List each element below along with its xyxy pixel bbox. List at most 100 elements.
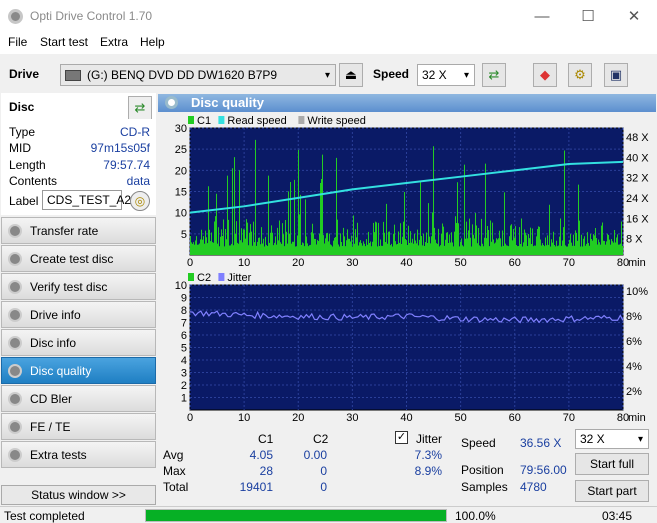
- sidebar-item-drive-info[interactable]: Drive info: [1, 301, 156, 328]
- x-tick-label: 20: [292, 412, 304, 424]
- sidebar-item-extra-tests[interactable]: Extra tests: [1, 441, 156, 468]
- samples-value: 4780: [520, 480, 547, 494]
- window-title: Opti Drive Control 1.70: [30, 9, 153, 23]
- speed-label: Speed: [373, 67, 410, 81]
- floppy-icon: ▣: [609, 67, 623, 82]
- y2-tick-label: 2%: [626, 386, 642, 398]
- legend-label: Write speed: [307, 115, 366, 127]
- test-icon: [8, 335, 22, 350]
- c1-total: 19401: [239, 480, 273, 494]
- sidebar-item-create-test-disc[interactable]: Create test disc: [1, 245, 156, 272]
- sidebar-item-label: Verify test disc: [30, 279, 108, 294]
- test-icon: [8, 223, 22, 238]
- gear-icon: ⚙: [574, 67, 586, 82]
- x-unit-label: min: [628, 257, 646, 269]
- close-button[interactable]: ✕: [611, 0, 657, 32]
- info-value: data: [126, 174, 150, 188]
- disc-info-table: Type CD-R MID 97m15s05f Length 79:57.74 …: [1, 119, 156, 215]
- menu-extra[interactable]: Extra: [100, 35, 128, 49]
- legend-swatch: [218, 116, 225, 124]
- chevron-down-icon: ▾: [637, 433, 643, 445]
- x-tick-label: 50: [455, 257, 467, 269]
- y2-tick-label: 10%: [626, 286, 648, 298]
- sidebar-item-label: CD Bler: [30, 391, 73, 406]
- settings-button[interactable]: ⚙: [568, 63, 592, 87]
- sidebar-item-fe-te[interactable]: FE / TE: [1, 413, 156, 440]
- info-key: Length: [9, 158, 46, 172]
- refresh-speed-button[interactable]: ⇄: [482, 63, 506, 87]
- label-edit-button[interactable]: ◎: [130, 191, 150, 211]
- position-label: Position: [461, 463, 504, 477]
- chevron-down-icon: ▾: [324, 69, 330, 81]
- sidebar-item-label: Disc quality: [30, 363, 92, 378]
- test-speed-select[interactable]: 32 X ▾: [575, 429, 649, 449]
- test-icon: [8, 447, 22, 462]
- y2-tick-label: 40 X: [626, 152, 649, 164]
- legend-swatch: [188, 273, 194, 281]
- panel-header: Disc quality: [158, 94, 656, 112]
- jitter-max: 8.9%: [414, 464, 442, 478]
- sidebar-item-verify-test-disc[interactable]: Verify test disc: [1, 273, 156, 300]
- menu-start-test[interactable]: Start test: [40, 35, 88, 49]
- y2-tick-label: 6%: [626, 336, 642, 348]
- info-value: 79:57.74: [103, 158, 150, 172]
- y-tick-label: 10: [175, 280, 187, 292]
- charts-area: 0 10 20 30 40 50 60 70 80min5101520253048 X40 X3…: [175, 115, 650, 424]
- max-label: Max: [163, 464, 186, 478]
- x-unit-label: min: [628, 412, 646, 424]
- test-icon: [8, 307, 22, 322]
- speed-value: 32 X: [422, 68, 447, 82]
- menu-file[interactable]: File: [8, 35, 27, 49]
- x-tick-label: 0: [187, 257, 193, 269]
- start-full-button[interactable]: Start full: [575, 453, 649, 475]
- disc-refresh-button[interactable]: ⇄: [128, 96, 152, 120]
- sidebar-item-cd-bler[interactable]: CD Bler: [1, 385, 156, 412]
- sidebar-item-label: FE / TE: [30, 419, 71, 434]
- eject-button[interactable]: ⏏: [339, 63, 363, 87]
- status-text: Test completed: [4, 509, 85, 523]
- erase-button[interactable]: ◆: [533, 63, 557, 87]
- y2-tick-label: 16 X: [626, 213, 649, 225]
- samples-label: Samples: [461, 480, 508, 494]
- maximize-button[interactable]: ☐: [565, 0, 611, 32]
- x-tick-label: 30: [346, 257, 358, 269]
- save-button[interactable]: ▣: [604, 63, 628, 87]
- position-value: 79:56.00: [520, 463, 567, 477]
- progress-fill: [146, 510, 446, 521]
- avg-label: Avg: [163, 448, 184, 462]
- info-value: 97m15s05f: [90, 141, 150, 155]
- c2-total: 0: [320, 480, 327, 494]
- legend-swatch: [218, 273, 225, 281]
- sidebar-item-disc-quality[interactable]: Disc quality: [1, 357, 156, 384]
- test-icon: [8, 391, 22, 406]
- sidebar-item-label: Drive info: [30, 307, 81, 322]
- speed-stat-value: 36.56 X: [520, 436, 562, 450]
- y-tick-label: 4: [181, 355, 187, 367]
- x-tick-label: 40: [400, 257, 412, 269]
- jitter-checkbox[interactable]: ✓: [395, 431, 408, 444]
- y-tick-label: 10: [175, 208, 187, 220]
- c2-avg: 0.00: [303, 448, 327, 462]
- x-tick-label: 40: [400, 412, 412, 424]
- sidebar-item-label: Create test disc: [30, 251, 114, 266]
- label-field[interactable]: CDS_TEST_A2: [42, 190, 131, 210]
- sidebar-item-transfer-rate[interactable]: Transfer rate: [1, 217, 156, 244]
- speed-select[interactable]: 32 X ▾: [417, 64, 475, 86]
- menu-help[interactable]: Help: [140, 35, 165, 49]
- panel-title: Disc quality: [191, 95, 264, 110]
- y-tick-label: 5: [181, 229, 187, 241]
- test-icon: [8, 363, 22, 378]
- status-window-button[interactable]: Status window >>: [1, 485, 156, 505]
- drive-icon: [65, 69, 81, 81]
- minimize-button[interactable]: —: [519, 0, 565, 32]
- test-icon: [8, 419, 22, 434]
- drive-select[interactable]: (G:) BENQ DVD DD DW1620 B7P9 ▾: [60, 64, 336, 86]
- stats-panel: C1 C2 Avg Max Total 4.05 28 19401 0.00 0…: [158, 425, 657, 505]
- test-speed-value: 32 X: [580, 432, 605, 446]
- chevron-down-icon: ▾: [463, 69, 469, 81]
- start-part-button[interactable]: Start part: [575, 480, 649, 502]
- menu-bar: [0, 32, 657, 54]
- sidebar-item-disc-info[interactable]: Disc info: [1, 329, 156, 356]
- sidebar-item-label: Extra tests: [30, 447, 87, 462]
- disc-icon: ◎: [134, 194, 146, 208]
